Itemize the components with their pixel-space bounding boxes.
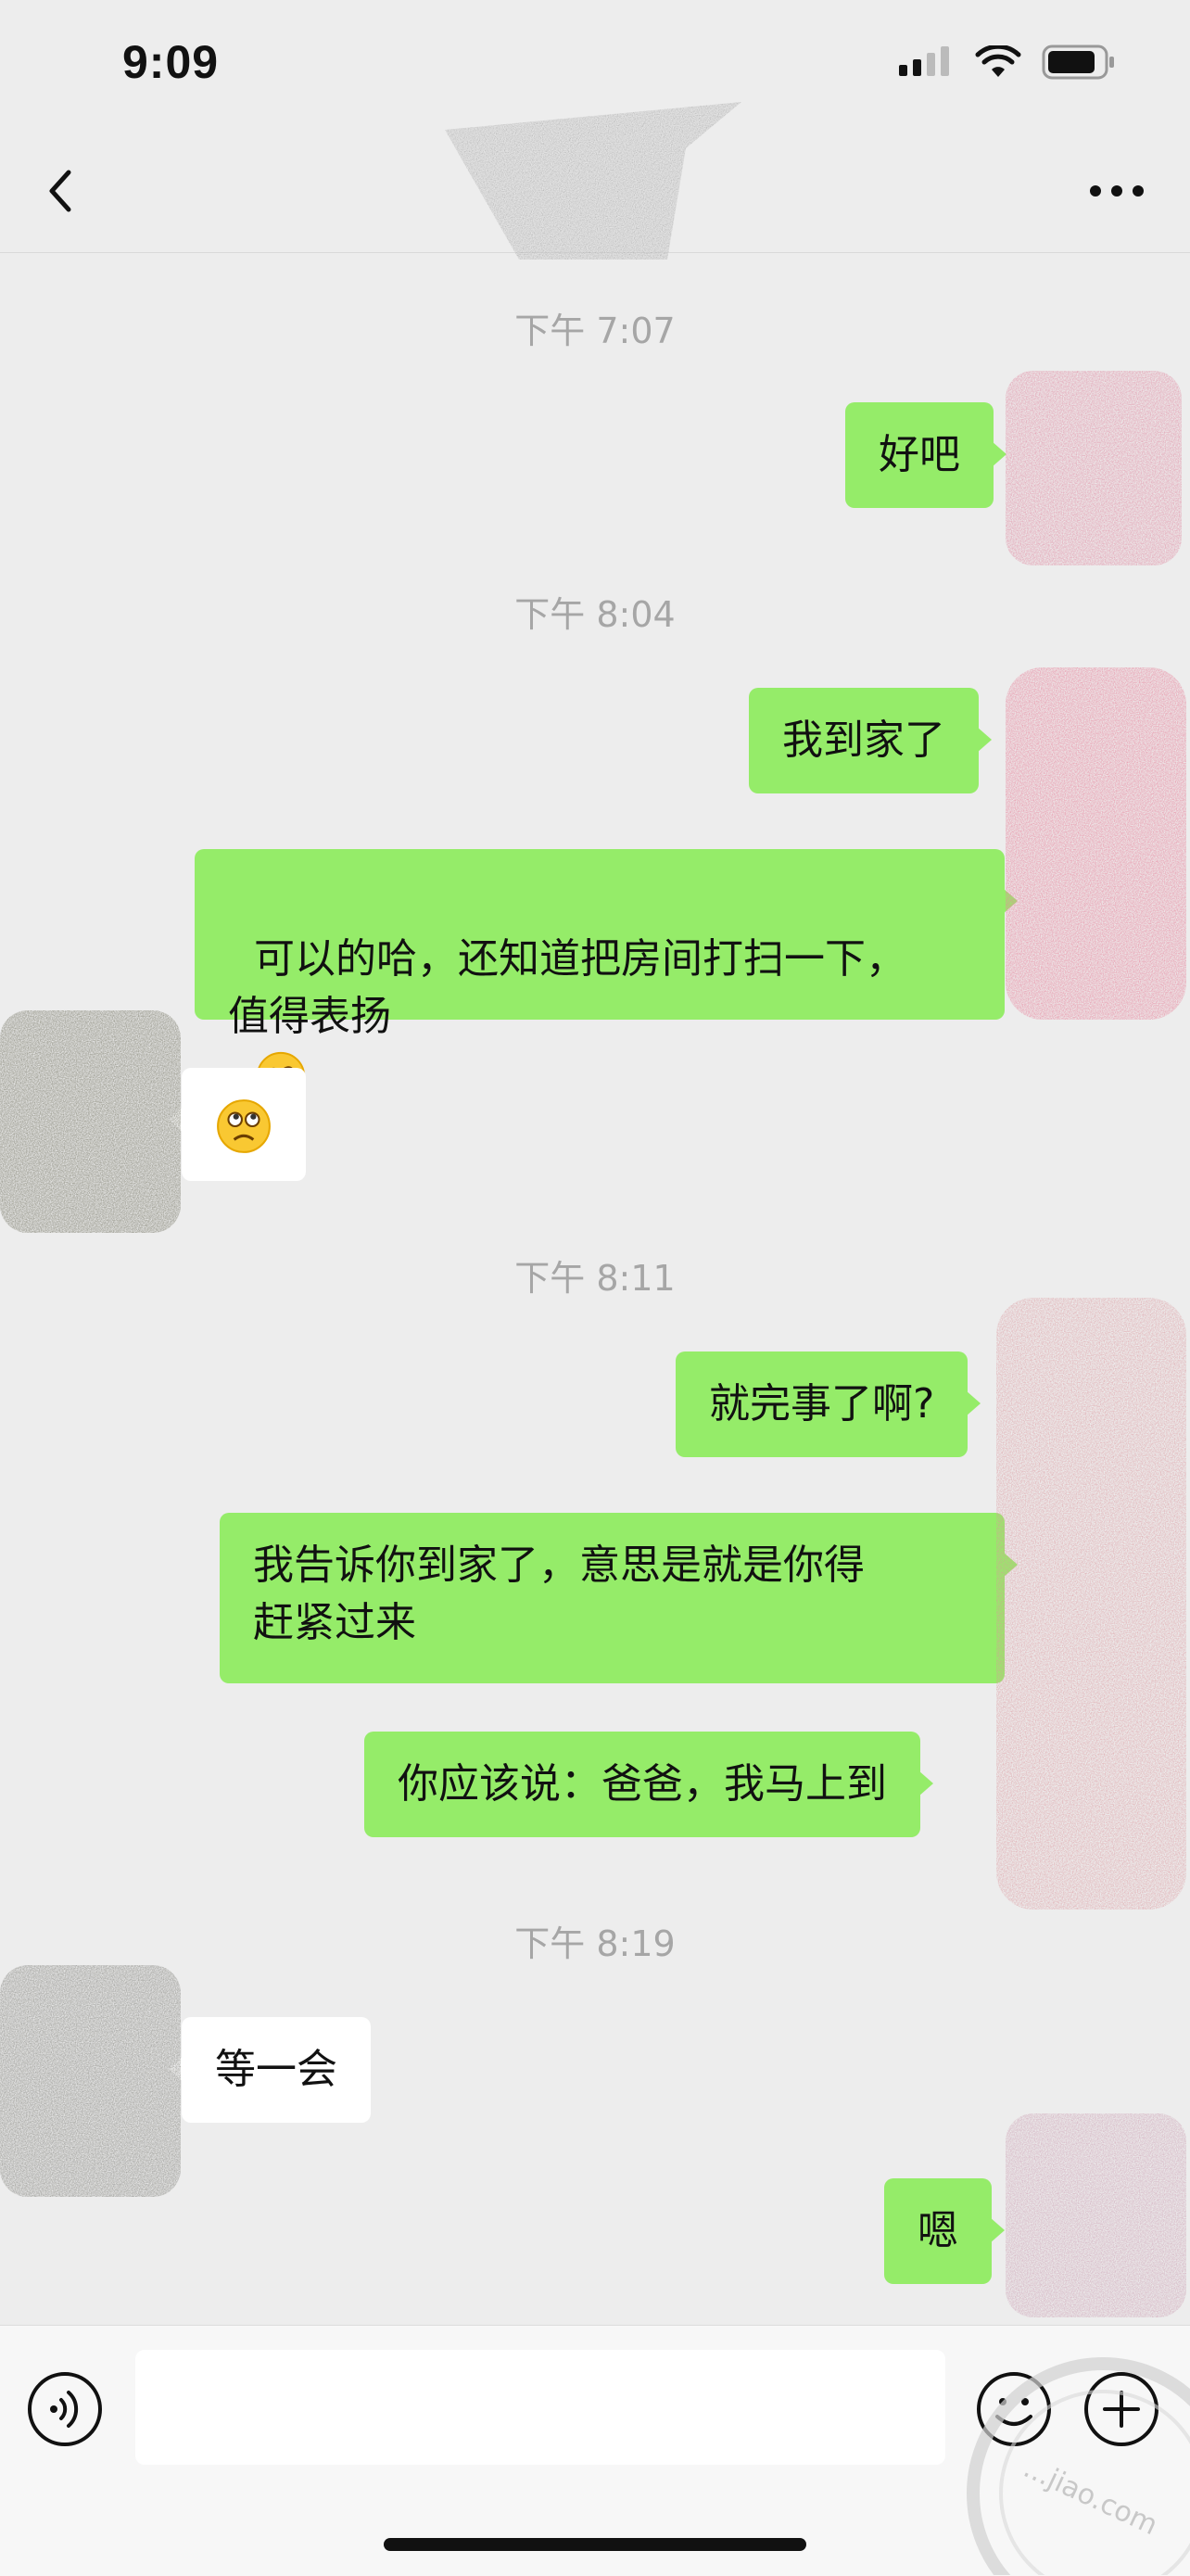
timestamp: 下午 7:07 [514, 311, 676, 351]
battery-icon [1042, 44, 1114, 80]
status-icons [899, 44, 1116, 80]
frowning-face-emoji-icon [217, 1099, 271, 1153]
watermark-stamp: ...jiao.com [967, 2357, 1190, 2575]
watermark-text: ...jiao.com [1019, 2452, 1162, 2542]
voice-input-button[interactable] [26, 2370, 104, 2448]
redacted-contact-name [445, 102, 741, 260]
timestamp: 下午 8:04 [514, 594, 676, 635]
outgoing-message[interactable]: 就完事了啊? [676, 1351, 981, 1457]
outgoing-message[interactable]: 你应该说：爸爸，我马上到 [364, 1732, 933, 1837]
cellular-signal-icon [899, 46, 949, 76]
message-input[interactable] [135, 2350, 945, 2465]
outgoing-message[interactable]: 好吧 [845, 402, 1006, 508]
message-text: 可以的哈，还知道把房间打扫一下， 值得表扬 [228, 935, 906, 1040]
wifi-icon [975, 45, 1021, 77]
more-options-button[interactable] [1084, 163, 1149, 219]
home-indicator [384, 2538, 806, 2551]
outgoing-message[interactable]: 我告诉你到家了，意思是就是你得 赶紧过来 [220, 1513, 1018, 1683]
outgoing-message[interactable]: 我到家了 [749, 688, 992, 793]
outgoing-message[interactable]: 可以的哈，还知道把房间打扫一下， 值得表扬 [195, 849, 1018, 1101]
redacted-avatar [996, 1298, 1186, 1910]
redacted-avatar [1006, 371, 1182, 565]
outgoing-message[interactable]: 嗯 [884, 2178, 1005, 2284]
status-time: 9:09 [122, 36, 220, 88]
back-button[interactable] [35, 163, 91, 219]
redacted-avatar [1006, 2113, 1186, 2317]
incoming-message[interactable]: 等一会 [169, 2017, 371, 2123]
redacted-avatar [1006, 667, 1186, 1020]
redacted-avatar [0, 1965, 181, 2197]
redacted-avatar [0, 1010, 181, 1233]
incoming-message[interactable] [169, 1068, 306, 1181]
